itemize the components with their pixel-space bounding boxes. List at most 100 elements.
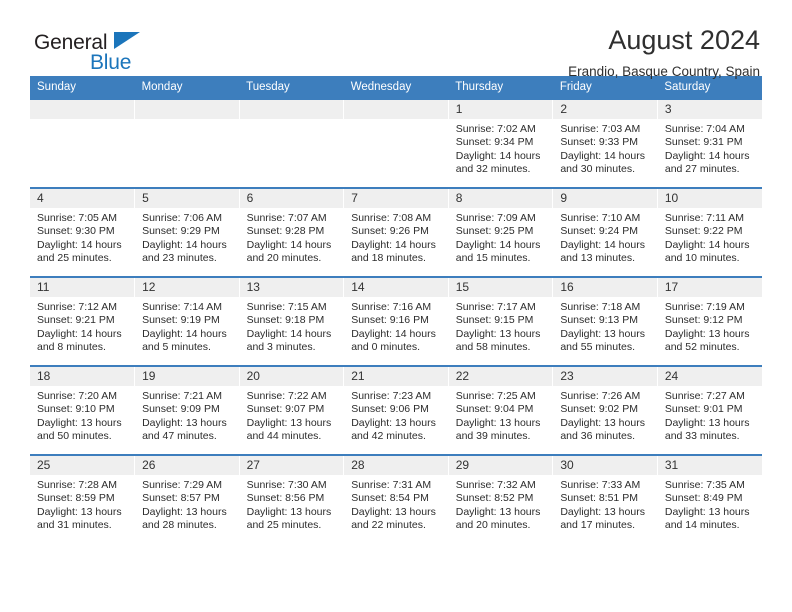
- daylight-text-line1: Daylight: 14 hours: [142, 327, 227, 340]
- daylight-text-line2: and 52 minutes.: [664, 341, 740, 354]
- calendar-day-cell[interactable]: 22 Sunrise: 7:25 AM Sunset: 9:04 PM Dayligh…: [448, 365, 554, 455]
- daylight-text-line2: and 13 minutes.: [560, 252, 636, 265]
- calendar-day-cell[interactable]: 18 Sunrise: 7:20 AM Sunset: 9:10 PM Dayligh…: [30, 365, 136, 455]
- calendar-day-cell[interactable]: 4 Sunrise: 7:05 AM Sunset: 9:30 PM Daylight…: [30, 187, 136, 277]
- sunset-text: Sunset: 9:31 PM: [664, 136, 743, 149]
- daylight-text-line2: and 30 minutes.: [560, 163, 636, 176]
- calendar-day-cell[interactable]: 7 Sunrise: 7:08 AM Sunset: 9:26 PM Daylight…: [343, 187, 449, 277]
- calendar-day-cell[interactable]: 9 Sunrise: 7:10 AM Sunset: 9:24 PM Daylight…: [552, 187, 658, 277]
- day-number: 18: [30, 367, 135, 386]
- calendar-day-cell-empty: [134, 98, 240, 188]
- sunrise-text: Sunrise: 7:19 AM: [664, 301, 745, 313]
- calendar-day-cell[interactable]: 25 Sunrise: 7:28 AM Sunset: 8:59 PM Dayligh…: [30, 454, 136, 544]
- day-number: [30, 100, 135, 119]
- daylight-text-line2: and 36 minutes.: [560, 430, 636, 443]
- daylight-text-line2: and 23 minutes.: [142, 252, 217, 265]
- calendar-day-cell[interactable]: 11 Sunrise: 7:12 AM Sunset: 9:21 PM Dayligh…: [30, 276, 136, 366]
- day-details: Sunrise: 7:15 AM Sunset: 9:18 PM Daylight:…: [240, 297, 344, 355]
- sunrise-text: Sunrise: 7:09 AM: [455, 212, 536, 224]
- sunrise-text: Sunrise: 7:06 AM: [142, 212, 223, 224]
- day-details: Sunrise: 7:35 AM Sunset: 8:49 PM Daylight:…: [658, 475, 762, 533]
- sunset-text: Sunset: 9:15 PM: [455, 314, 534, 327]
- day-number: 7: [344, 189, 448, 208]
- calendar-day-cell[interactable]: 19 Sunrise: 7:21 AM Sunset: 9:09 PM Dayligh…: [134, 365, 240, 455]
- daylight-text-line2: and 14 minutes.: [664, 519, 740, 532]
- daylight-text-line1: Daylight: 13 hours: [37, 416, 122, 429]
- day-number: 9: [553, 189, 657, 208]
- generalblue-logo[interactable]: General Blue: [30, 26, 170, 78]
- sunrise-text: Sunrise: 7:31 AM: [351, 479, 432, 491]
- daylight-text-line1: Daylight: 13 hours: [351, 416, 436, 429]
- sunset-text: Sunset: 9:33 PM: [560, 136, 638, 149]
- logo-text-blue: Blue: [90, 51, 132, 74]
- calendar-day-cell[interactable]: 23 Sunrise: 7:26 AM Sunset: 9:02 PM Dayligh…: [552, 365, 658, 455]
- calendar-day-cell[interactable]: 16 Sunrise: 7:18 AM Sunset: 9:13 PM Dayligh…: [552, 276, 658, 366]
- daylight-text-line1: Daylight: 13 hours: [455, 327, 541, 340]
- sunset-text: Sunset: 9:06 PM: [351, 403, 429, 416]
- daylight-text-line2: and 17 minutes.: [560, 519, 636, 532]
- calendar-day-cell[interactable]: 1 Sunrise: 7:02 AM Sunset: 9:34 PM Daylight…: [448, 98, 554, 188]
- daylight-text-line2: and 33 minutes.: [664, 430, 740, 443]
- sunset-text: Sunset: 9:24 PM: [560, 225, 638, 238]
- calendar-day-cell[interactable]: 10 Sunrise: 7:11 AM Sunset: 9:22 PM Dayligh…: [657, 187, 762, 277]
- day-number: 31: [657, 456, 762, 475]
- day-number: 25: [30, 456, 135, 475]
- calendar-week-row: 18 Sunrise: 7:20 AM Sunset: 9:10 PM Dayligh…: [30, 365, 762, 455]
- day-details: Sunrise: 7:30 AM Sunset: 8:56 PM Daylight:…: [240, 475, 344, 533]
- calendar-day-cell[interactable]: 12 Sunrise: 7:14 AM Sunset: 9:19 PM Dayligh…: [134, 276, 240, 366]
- sunrise-text: Sunrise: 7:25 AM: [455, 390, 536, 402]
- day-details: Sunrise: 7:16 AM Sunset: 9:16 PM Daylight:…: [344, 297, 448, 355]
- day-details: Sunrise: 7:31 AM Sunset: 8:54 PM Daylight:…: [344, 475, 448, 533]
- daylight-text-line2: and 15 minutes.: [455, 252, 531, 265]
- calendar-day-cell[interactable]: 26 Sunrise: 7:29 AM Sunset: 8:57 PM Dayligh…: [134, 454, 240, 544]
- day-details: Sunrise: 7:19 AM Sunset: 9:12 PM Daylight:…: [658, 297, 762, 355]
- logo-text-general: General: [34, 31, 108, 54]
- daylight-text-line2: and 44 minutes.: [246, 430, 322, 443]
- calendar-day-cell[interactable]: 21 Sunrise: 7:23 AM Sunset: 9:06 PM Dayligh…: [343, 365, 449, 455]
- day-details: Sunrise: 7:29 AM Sunset: 8:57 PM Daylight:…: [135, 475, 239, 533]
- calendar-day-cell[interactable]: 20 Sunrise: 7:22 AM Sunset: 9:07 PM Dayligh…: [239, 365, 345, 455]
- calendar-day-cell[interactable]: 14 Sunrise: 7:16 AM Sunset: 9:16 PM Dayligh…: [343, 276, 449, 366]
- daylight-text-line1: Daylight: 13 hours: [664, 327, 750, 340]
- sunset-text: Sunset: 8:51 PM: [560, 492, 638, 505]
- sunset-text: Sunset: 9:18 PM: [246, 314, 325, 327]
- calendar-day-cell[interactable]: 31 Sunrise: 7:35 AM Sunset: 8:49 PM Dayligh…: [657, 454, 762, 544]
- calendar-day-cell[interactable]: 27 Sunrise: 7:30 AM Sunset: 8:56 PM Dayligh…: [239, 454, 345, 544]
- sunrise-text: Sunrise: 7:02 AM: [455, 123, 536, 135]
- day-number: 20: [239, 367, 344, 386]
- day-details: Sunrise: 7:08 AM Sunset: 9:26 PM Daylight:…: [344, 208, 448, 266]
- daylight-text-line1: Daylight: 13 hours: [664, 416, 750, 429]
- calendar-day-cell[interactable]: 13 Sunrise: 7:15 AM Sunset: 9:18 PM Dayligh…: [239, 276, 345, 366]
- daylight-text-line2: and 55 minutes.: [560, 341, 636, 354]
- calendar-day-cell[interactable]: 2 Sunrise: 7:03 AM Sunset: 9:33 PM Daylight…: [552, 98, 658, 188]
- calendar-day-cell[interactable]: 17 Sunrise: 7:19 AM Sunset: 9:12 PM Dayligh…: [657, 276, 762, 366]
- calendar-day-cell[interactable]: 24 Sunrise: 7:27 AM Sunset: 9:01 PM Dayligh…: [657, 365, 762, 455]
- daylight-text-line1: Daylight: 13 hours: [142, 505, 227, 518]
- daylight-text-line2: and 22 minutes.: [351, 519, 426, 532]
- sunrise-text: Sunrise: 7:30 AM: [246, 479, 327, 491]
- day-number: 6: [239, 189, 344, 208]
- weekday-header-thursday: Thursday: [448, 76, 553, 99]
- logo-triangle-icon: [114, 32, 140, 49]
- page-header: General Blue August 2024 Erandio, Basque…: [30, 0, 762, 80]
- calendar-day-cell[interactable]: 6 Sunrise: 7:07 AM Sunset: 9:28 PM Daylight…: [239, 187, 345, 277]
- daylight-text-line1: Daylight: 13 hours: [455, 416, 541, 429]
- day-details: Sunrise: 7:05 AM Sunset: 9:30 PM Daylight:…: [30, 208, 134, 266]
- daylight-text-line2: and 42 minutes.: [351, 430, 426, 443]
- calendar-day-cell[interactable]: 3 Sunrise: 7:04 AM Sunset: 9:31 PM Daylight…: [657, 98, 762, 188]
- sunset-text: Sunset: 9:28 PM: [246, 225, 325, 238]
- calendar-day-cell[interactable]: 8 Sunrise: 7:09 AM Sunset: 9:25 PM Daylight…: [448, 187, 554, 277]
- day-details: Sunrise: 7:06 AM Sunset: 9:29 PM Daylight:…: [135, 208, 239, 266]
- calendar-day-cell[interactable]: 30 Sunrise: 7:33 AM Sunset: 8:51 PM Dayligh…: [552, 454, 658, 544]
- daylight-text-line2: and 39 minutes.: [455, 430, 531, 443]
- calendar-week-row: 11 Sunrise: 7:12 AM Sunset: 9:21 PM Dayligh…: [30, 276, 762, 366]
- daylight-text-line2: and 18 minutes.: [351, 252, 426, 265]
- calendar-day-cell[interactable]: 28 Sunrise: 7:31 AM Sunset: 8:54 PM Dayligh…: [343, 454, 449, 544]
- calendar-week-row: 4 Sunrise: 7:05 AM Sunset: 9:30 PM Daylight…: [30, 187, 762, 277]
- calendar-day-cell[interactable]: 29 Sunrise: 7:32 AM Sunset: 8:52 PM Dayligh…: [448, 454, 554, 544]
- sunrise-text: Sunrise: 7:07 AM: [246, 212, 327, 224]
- sunrise-text: Sunrise: 7:16 AM: [351, 301, 432, 313]
- day-details: Sunrise: 7:28 AM Sunset: 8:59 PM Daylight:…: [30, 475, 134, 533]
- calendar-day-cell[interactable]: 15 Sunrise: 7:17 AM Sunset: 9:15 PM Dayligh…: [448, 276, 554, 366]
- calendar-day-cell[interactable]: 5 Sunrise: 7:06 AM Sunset: 9:29 PM Daylight…: [134, 187, 240, 277]
